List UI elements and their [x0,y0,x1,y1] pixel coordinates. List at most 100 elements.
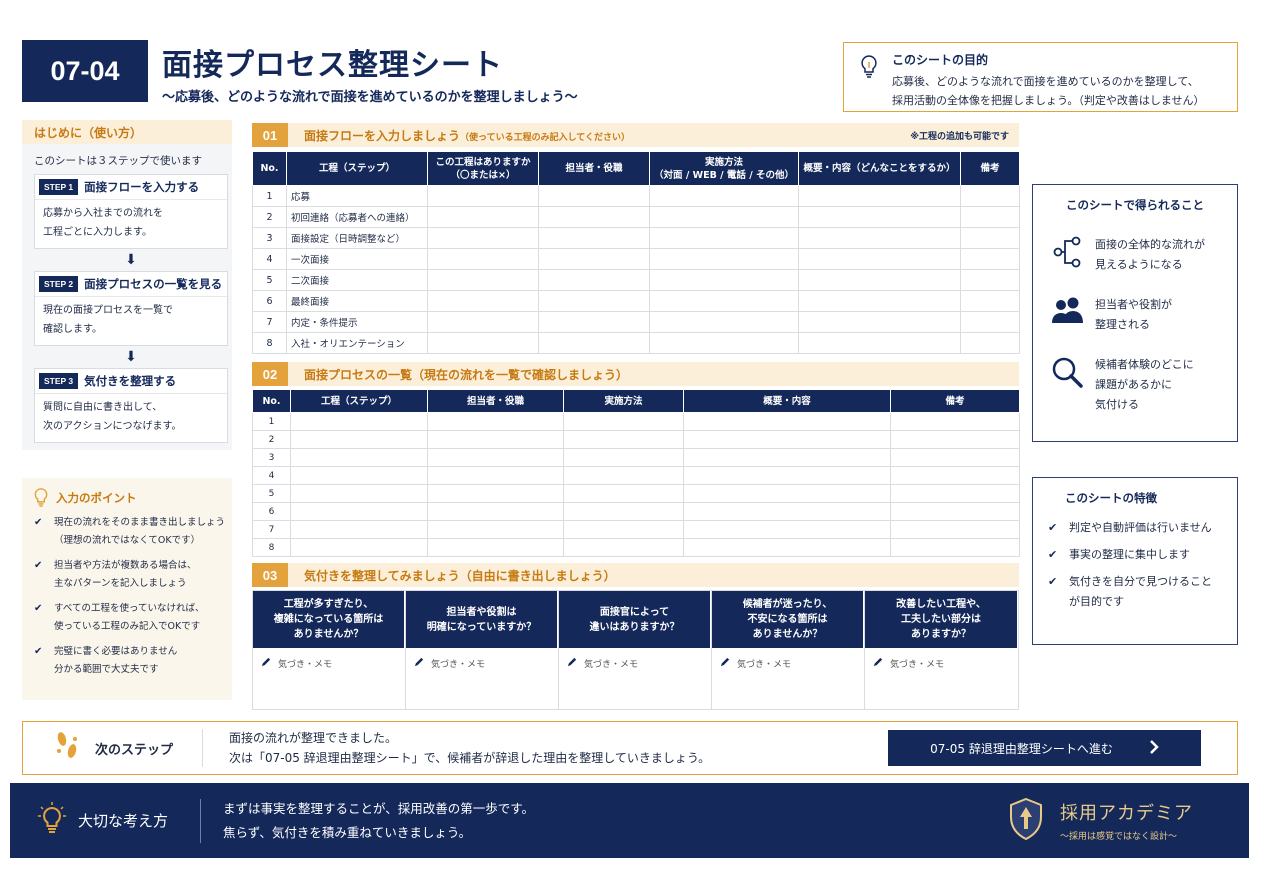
point-line: すべての工程を使っていなければ、 [54,603,205,614]
input-cell[interactable] [649,248,799,270]
input-cell[interactable] [683,448,891,467]
input-cell[interactable] [649,311,799,333]
input-cell[interactable] [798,290,961,312]
input-cell[interactable] [427,484,564,503]
arrow-down-icon: ⬇ [125,349,137,365]
table-header: 概要・内容（どんなことをするか） [798,151,961,186]
next-sheet-button[interactable]: 07-05 辞退理由整理シートへ進む [888,730,1201,766]
input-cell[interactable] [290,484,428,503]
input-cell[interactable] [649,269,799,291]
input-cell[interactable] [538,227,650,249]
memo-placeholder: 気づき・メモ [890,659,945,670]
input-cell[interactable] [798,185,961,207]
input-cell[interactable] [427,311,539,333]
input-cell[interactable] [683,466,891,485]
input-cell[interactable] [427,332,539,354]
input-cell[interactable] [960,332,1020,354]
input-cell[interactable] [563,430,684,449]
input-cell[interactable] [538,185,650,207]
input-cell[interactable] [683,538,891,557]
input-cell[interactable] [563,538,684,557]
question-line: 工程が多すぎたり、 [283,599,374,610]
input-cell[interactable] [538,290,650,312]
input-cell[interactable] [427,185,539,207]
input-cell[interactable] [427,227,539,249]
input-cell[interactable] [890,484,1020,503]
input-cell[interactable] [960,290,1020,312]
input-cell[interactable] [890,466,1020,485]
input-cell[interactable] [649,206,799,228]
input-cell[interactable] [427,290,539,312]
input-cell[interactable] [649,227,799,249]
input-cell[interactable] [538,248,650,270]
input-cell[interactable] [960,269,1020,291]
memo-field[interactable]: 気づき・メモ [406,648,558,678]
input-cell[interactable] [538,269,650,291]
memo-field[interactable]: 気づき・メモ [559,648,711,678]
input-cell[interactable] [683,412,891,431]
input-cell[interactable] [427,206,539,228]
input-cell[interactable] [683,484,891,503]
input-cell[interactable] [890,502,1020,521]
input-cell[interactable] [290,520,428,539]
input-cell[interactable] [538,311,650,333]
point-line: 使っている工程のみ記入でOKです [54,621,201,632]
input-cell[interactable] [290,412,428,431]
magnifier-icon [1049,355,1085,393]
input-cell[interactable] [290,502,428,521]
input-cell[interactable] [798,332,961,354]
input-cell[interactable] [427,430,564,449]
input-cell[interactable] [798,227,961,249]
input-cell[interactable] [563,466,684,485]
input-cell[interactable] [960,248,1020,270]
section-3-header: 03 気付きを整理してみましょう（自由に書き出しましょう） [252,563,1019,587]
input-cell[interactable] [890,448,1020,467]
input-cell[interactable] [290,448,428,467]
feature-line: 判定や自動評価は行いません [1069,521,1212,534]
input-cell[interactable] [683,520,891,539]
input-cell[interactable] [798,311,961,333]
table-header: 概要・内容 [683,389,891,413]
input-cell[interactable] [890,538,1020,557]
input-cell[interactable] [563,484,684,503]
input-cell[interactable] [427,502,564,521]
row-number: 4 [252,248,287,270]
input-cell[interactable] [798,206,961,228]
input-cell[interactable] [960,311,1020,333]
input-cell[interactable] [290,466,428,485]
step-1-box: STEP 1 面接フローを入力する 応募から入社までの流れを 工程ごとに入力します。 [34,174,228,249]
input-cell[interactable] [563,520,684,539]
input-cell[interactable] [683,502,891,521]
memo-field[interactable]: 気づき・メモ [253,648,405,678]
input-cell[interactable] [290,430,428,449]
input-cell[interactable] [290,538,428,557]
input-cell[interactable] [538,332,650,354]
input-cell[interactable] [649,332,799,354]
input-cell[interactable] [563,412,684,431]
input-cell[interactable] [427,269,539,291]
input-cell[interactable] [683,430,891,449]
input-cell[interactable] [798,269,961,291]
input-cell[interactable] [798,248,961,270]
input-cell[interactable] [427,248,539,270]
input-cell[interactable] [427,466,564,485]
memo-field[interactable]: 気づき・メモ [712,648,864,678]
input-cell[interactable] [960,206,1020,228]
input-cell[interactable] [427,448,564,467]
input-cell[interactable] [563,448,684,467]
input-cell[interactable] [890,520,1020,539]
input-cell[interactable] [563,502,684,521]
input-cell[interactable] [427,538,564,557]
input-cell[interactable] [960,227,1020,249]
input-cell[interactable] [649,185,799,207]
memo-field[interactable]: 気づき・メモ [865,648,1018,678]
input-cell[interactable] [427,520,564,539]
input-cell[interactable] [890,430,1020,449]
input-cell[interactable] [427,412,564,431]
input-cell[interactable] [649,290,799,312]
input-cell[interactable] [890,412,1020,431]
input-cell[interactable] [960,185,1020,207]
input-cell[interactable] [538,206,650,228]
pencil-icon [261,656,272,670]
benefit-line: 整理される [1095,318,1150,331]
